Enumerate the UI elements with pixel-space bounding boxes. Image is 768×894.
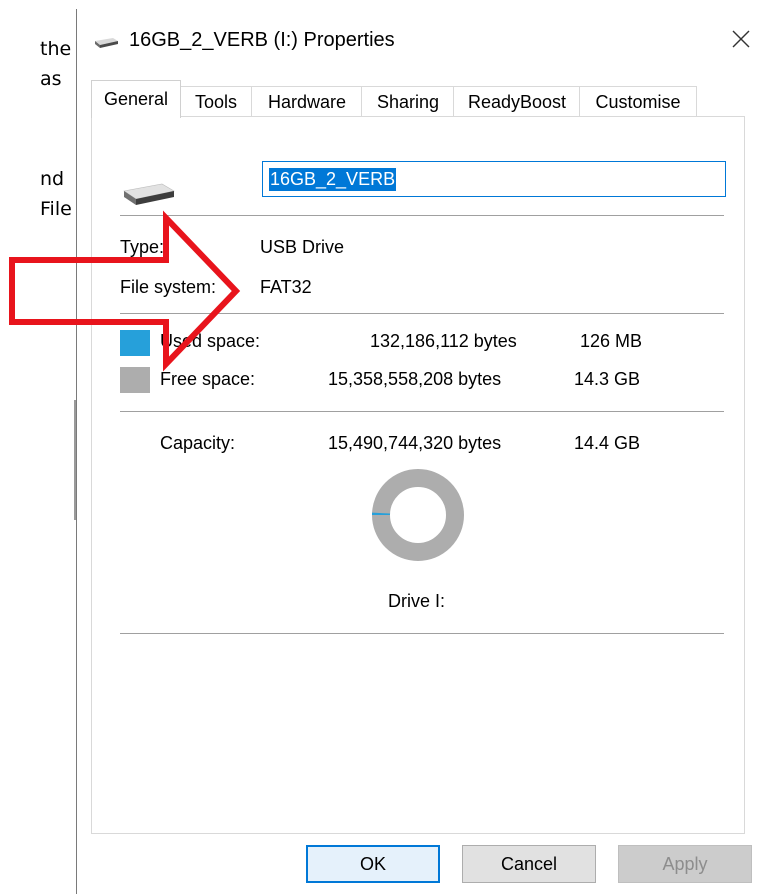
tab-customise[interactable]: Customise [579, 86, 697, 117]
tab-sharing[interactable]: Sharing [361, 86, 455, 117]
drive-letter-label: Drive I: [388, 591, 446, 611]
title-bar[interactable]: 16GB_2_VERB (I:) Properties [77, 9, 768, 69]
free-space-swatch [120, 367, 150, 393]
usage-donut-chart [372, 469, 464, 561]
usb-drive-icon [123, 183, 175, 205]
background-text-3: nd [40, 168, 65, 190]
type-label: Type: [120, 237, 165, 257]
background-text-1: the [40, 38, 72, 60]
tab-hardware[interactable]: Hardware [251, 86, 363, 117]
capacity-label: Capacity: [160, 433, 236, 453]
drive-name-selected-text: 16GB_2_VERB [269, 167, 397, 191]
capacity-bytes: 15,490,744,320 bytes [328, 433, 502, 453]
file-system-label: File system: [120, 277, 217, 297]
capacity-size: 14.4 GB [574, 433, 641, 453]
ok-button[interactable]: OK [306, 845, 440, 883]
general-tab-panel: 16GB_2_VERB Type: USB Drive File system:… [91, 116, 745, 834]
used-space-label: Used space: [160, 331, 261, 351]
apply-button[interactable]: Apply [618, 845, 752, 883]
tab-readyboost[interactable]: ReadyBoost [453, 86, 581, 117]
cancel-button[interactable]: Cancel [462, 845, 596, 883]
close-icon [732, 30, 750, 48]
free-space-ring [372, 469, 464, 561]
free-space-label: Free space: [160, 369, 256, 389]
background-text-2: as [40, 68, 62, 90]
divider-2 [120, 313, 724, 314]
used-space-size: 126 MB [580, 331, 643, 351]
usb-drive-icon [95, 38, 118, 48]
type-value: USB Drive [260, 237, 345, 257]
used-space-swatch [120, 330, 150, 356]
file-system-value: FAT32 [260, 277, 312, 297]
properties-dialog: 16GB_2_VERB (I:) Properties General Tool… [76, 9, 768, 894]
tab-general[interactable]: General [91, 80, 181, 118]
drive-name-input[interactable]: 16GB_2_VERB [262, 161, 726, 197]
free-space-bytes: 15,358,558,208 bytes [328, 369, 502, 389]
free-space-size: 14.3 GB [574, 369, 641, 389]
tab-tools[interactable]: Tools [179, 86, 253, 117]
divider-4 [120, 633, 724, 634]
close-button[interactable] [713, 19, 768, 59]
background-text-4: File [40, 198, 72, 220]
divider-3 [120, 411, 724, 412]
divider-1 [120, 215, 724, 216]
window-title: 16GB_2_VERB (I:) Properties [129, 29, 395, 51]
used-space-bytes: 132,186,112 bytes [370, 331, 517, 351]
